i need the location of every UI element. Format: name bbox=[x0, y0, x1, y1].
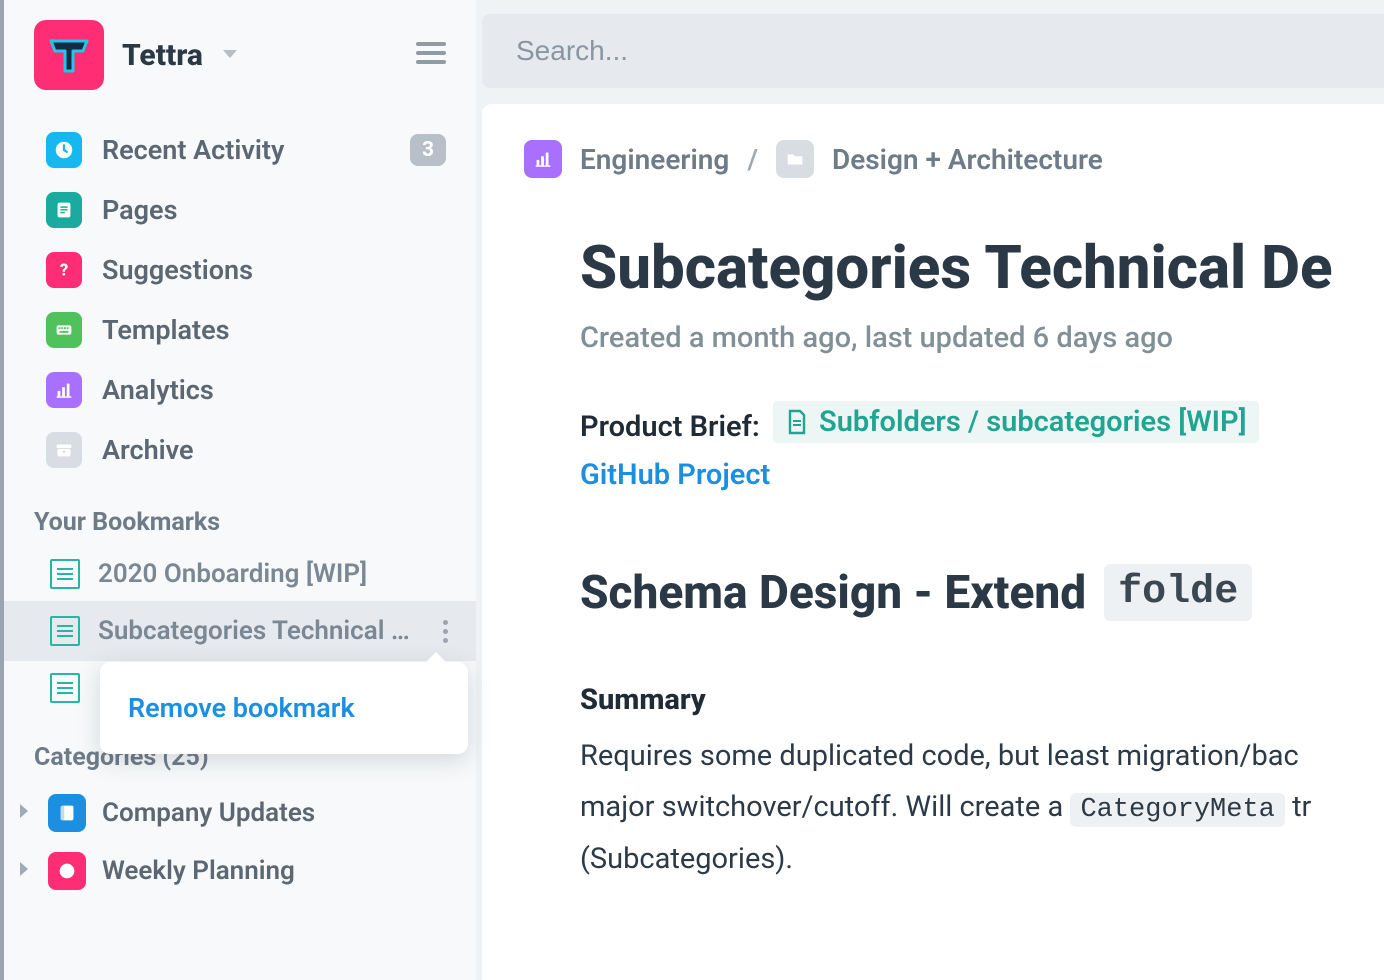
nav-analytics[interactable]: Analytics bbox=[34, 360, 460, 420]
subsection-heading: Summary bbox=[580, 683, 1384, 717]
app-logo[interactable] bbox=[34, 20, 104, 90]
bookmarks-heading: Your Bookmarks bbox=[4, 480, 476, 547]
clock-icon bbox=[48, 852, 86, 890]
category-item[interactable]: Company Updates bbox=[4, 784, 476, 842]
brief-link-text: Subfolders / subcategories [WIP] bbox=[819, 405, 1247, 439]
chevron-right-icon bbox=[16, 801, 32, 825]
brand-name[interactable]: Tettra bbox=[122, 38, 203, 73]
page-icon bbox=[50, 616, 80, 646]
nav-label: Templates bbox=[102, 314, 230, 346]
sidebar: Tettra Recent Activity 3 Pages bbox=[4, 0, 476, 980]
brand-row: Tettra bbox=[4, 20, 476, 114]
brief-link[interactable]: Subfolders / subcategories [WIP] bbox=[773, 401, 1259, 443]
nav-label: Pages bbox=[102, 194, 177, 226]
nav-suggestions[interactable]: ? Suggestions bbox=[34, 240, 460, 300]
product-brief-row: Product Brief: Subfolders / subcategorie… bbox=[580, 401, 1384, 444]
breadcrumb: Engineering / Design + Architecture bbox=[524, 140, 1384, 178]
nav-recent-activity[interactable]: Recent Activity 3 bbox=[34, 120, 460, 180]
clock-icon bbox=[46, 132, 82, 168]
chart-icon bbox=[46, 372, 82, 408]
category-label: Company Updates bbox=[102, 798, 315, 828]
remove-bookmark-button[interactable]: Remove bookmark bbox=[128, 692, 355, 724]
category-item[interactable]: Weekly Planning bbox=[4, 842, 476, 900]
chevron-right-icon bbox=[16, 859, 32, 883]
bookmark-context-menu: Remove bookmark bbox=[100, 662, 468, 754]
bookmark-label: Subcategories Technical D… bbox=[98, 616, 415, 646]
page-icon bbox=[46, 192, 82, 228]
breadcrumb-separator: / bbox=[747, 143, 758, 176]
chart-icon bbox=[524, 140, 562, 178]
nav-label: Analytics bbox=[102, 374, 214, 406]
body-paragraph: Requires some duplicated code, but least… bbox=[580, 731, 1384, 885]
kebab-menu-icon[interactable] bbox=[433, 613, 458, 649]
brief-label: Product Brief: bbox=[580, 410, 760, 444]
page-meta: Created a month ago, last updated 6 days… bbox=[580, 321, 1384, 355]
nav-templates[interactable]: Templates bbox=[34, 300, 460, 360]
search-input[interactable] bbox=[516, 35, 1384, 67]
categories-list: Company Updates Weekly Planning bbox=[4, 782, 476, 900]
page-icon bbox=[50, 673, 80, 703]
page-icon bbox=[50, 559, 80, 589]
sidebar-collapse-icon[interactable] bbox=[416, 40, 446, 70]
github-project-link[interactable]: GitHub Project bbox=[580, 458, 1384, 492]
h2-text: Schema Design - Extend bbox=[580, 566, 1086, 620]
book-icon bbox=[48, 794, 86, 832]
nav-label: Suggestions bbox=[102, 254, 253, 286]
main-content: Engineering / Design + Architecture Subc… bbox=[476, 0, 1384, 980]
primary-nav: Recent Activity 3 Pages ? Suggestions Te bbox=[4, 114, 476, 480]
keyboard-icon bbox=[46, 312, 82, 348]
search-bar[interactable] bbox=[482, 14, 1384, 88]
document-card: Engineering / Design + Architecture Subc… bbox=[482, 104, 1384, 980]
page-icon bbox=[785, 408, 809, 436]
nav-label: Archive bbox=[102, 434, 194, 466]
folder-icon bbox=[776, 140, 814, 178]
bookmark-item[interactable]: 2020 Onboarding [WIP] bbox=[4, 547, 476, 601]
bookmark-item[interactable]: Subcategories Technical D… bbox=[4, 601, 476, 661]
breadcrumb-folder[interactable]: Design + Architecture bbox=[832, 143, 1103, 176]
page-title: Subcategories Technical De bbox=[580, 232, 1384, 303]
breadcrumb-root[interactable]: Engineering bbox=[580, 143, 729, 176]
archive-icon bbox=[46, 432, 82, 468]
section-heading: Schema Design - Extend folde bbox=[580, 564, 1384, 621]
nav-badge: 3 bbox=[410, 134, 446, 166]
bookmark-label: 2020 Onboarding [WIP] bbox=[98, 559, 367, 589]
inline-code: folde bbox=[1104, 564, 1252, 621]
brand-dropdown-caret[interactable] bbox=[221, 46, 239, 65]
nav-pages[interactable]: Pages bbox=[34, 180, 460, 240]
nav-label: Recent Activity bbox=[102, 134, 284, 166]
svg-text:?: ? bbox=[60, 262, 68, 281]
inline-code: CategoryMeta bbox=[1070, 793, 1284, 827]
question-icon: ? bbox=[46, 252, 82, 288]
category-label: Weekly Planning bbox=[102, 856, 295, 886]
nav-archive[interactable]: Archive bbox=[34, 420, 460, 480]
